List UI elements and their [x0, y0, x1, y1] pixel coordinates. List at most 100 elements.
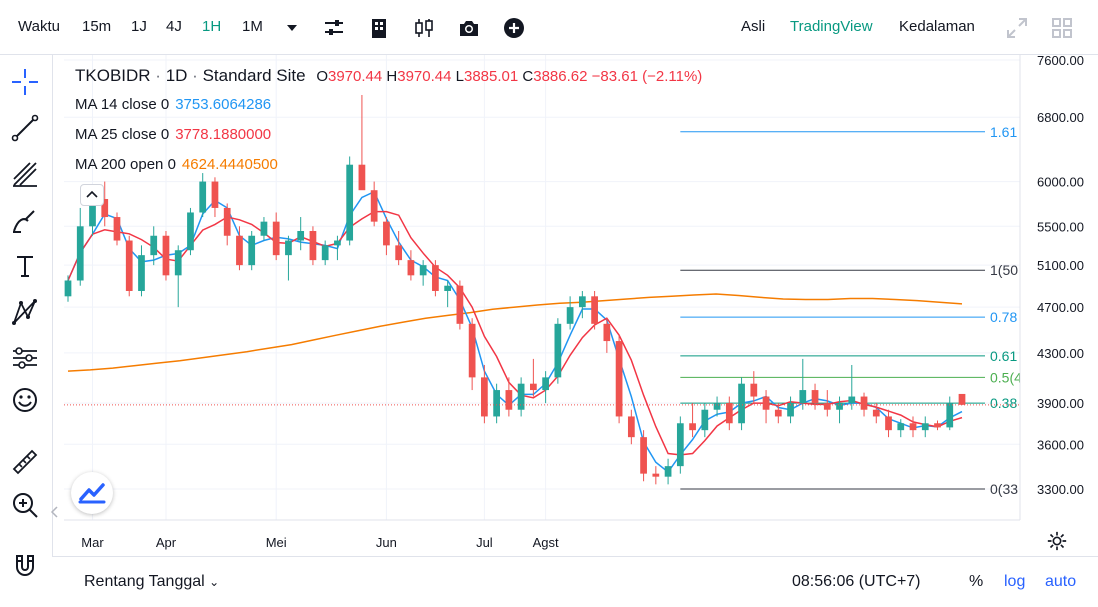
price-chart[interactable]: 1.61 1(50 0.78 0.61 0.5(4 0.38 0(33 3886.62 76…	[0, 0, 1098, 606]
candle[interactable]	[346, 156, 354, 246]
candle[interactable]	[921, 416, 929, 438]
candle[interactable]	[383, 217, 390, 256]
candle[interactable]	[248, 231, 256, 271]
candle[interactable]	[64, 275, 72, 302]
candle[interactable]	[676, 416, 684, 474]
auto-toggle[interactable]: auto	[1045, 573, 1076, 591]
date-range-button[interactable]: Rentang Tanggal ⌄	[84, 573, 219, 591]
candle[interactable]	[701, 403, 709, 438]
candle[interactable]	[603, 318, 611, 353]
prediction-tool-icon[interactable]	[10, 343, 40, 373]
log-toggle[interactable]: log	[1004, 573, 1025, 591]
candle[interactable]	[836, 396, 843, 424]
candle[interactable]	[591, 290, 598, 330]
interval-4j[interactable]: 4J	[166, 18, 182, 35]
candle[interactable]	[860, 392, 868, 417]
candle[interactable]	[689, 403, 696, 438]
candle[interactable]	[481, 364, 488, 424]
interval-1m[interactable]: 1M	[242, 18, 263, 35]
candle[interactable]	[554, 318, 562, 384]
candle[interactable]	[321, 240, 329, 266]
candle[interactable]	[664, 458, 672, 485]
brush-icon[interactable]	[10, 205, 40, 235]
candle[interactable]	[530, 358, 537, 397]
candle[interactable]	[285, 235, 292, 281]
candle[interactable]	[162, 231, 170, 281]
candle[interactable]	[750, 371, 758, 404]
candle[interactable]	[236, 226, 243, 271]
candle[interactable]	[738, 377, 745, 431]
candle[interactable]	[627, 409, 635, 445]
candle[interactable]	[885, 409, 892, 438]
candle[interactable]	[787, 396, 794, 424]
interval-1j[interactable]: 1J	[131, 18, 147, 35]
candle[interactable]	[823, 390, 831, 417]
magnet-icon[interactable]	[10, 552, 40, 582]
fib-tool-icon[interactable]	[10, 159, 40, 189]
add-plus-icon[interactable]	[502, 16, 526, 40]
candle[interactable]	[566, 296, 574, 330]
ruler-icon[interactable]	[10, 447, 40, 477]
candle[interactable]	[125, 235, 133, 297]
legend-ma25[interactable]: MA 25 close 0 3778.1880000	[75, 126, 271, 143]
zoom-in-icon[interactable]	[10, 490, 40, 520]
candle[interactable]	[297, 217, 305, 251]
candle[interactable]	[517, 377, 525, 417]
chart-settings-gear-icon[interactable]	[1046, 530, 1068, 552]
candle[interactable]	[505, 377, 513, 417]
candle[interactable]	[811, 383, 819, 410]
candle[interactable]	[934, 420, 941, 431]
interval-1h[interactable]: 1H	[202, 18, 221, 35]
indicators-settings-icon[interactable]	[322, 16, 346, 40]
pattern-tool-icon[interactable]	[10, 297, 40, 327]
collapse-toolbar-icon[interactable]	[50, 505, 60, 519]
legend-ma14[interactable]: MA 14 close 0 3753.6064286	[75, 96, 271, 113]
legend-ma200[interactable]: MA 200 open 0 4624.4440500	[75, 156, 278, 173]
chevron-down-icon[interactable]	[285, 22, 299, 34]
candle[interactable]	[652, 466, 660, 485]
tradingview-logo-button[interactable]	[71, 472, 113, 514]
candle[interactable]	[640, 430, 647, 482]
candle[interactable]	[799, 358, 807, 410]
view-tradingview[interactable]: TradingView	[790, 18, 873, 35]
candle[interactable]	[113, 212, 121, 246]
candle[interactable]	[370, 181, 378, 227]
symbol-name[interactable]: TKOBIDR	[75, 66, 151, 85]
trend-line-icon[interactable]	[10, 113, 40, 143]
candle[interactable]	[762, 390, 770, 424]
camera-icon[interactable]	[457, 16, 481, 40]
ma14-line[interactable]	[67, 190, 963, 474]
percent-toggle[interactable]: %	[969, 573, 983, 591]
candle[interactable]	[309, 226, 317, 266]
candle[interactable]	[187, 207, 194, 256]
building-icon[interactable]	[367, 16, 391, 40]
crosshair-icon[interactable]	[10, 67, 40, 97]
smiley-icon[interactable]	[10, 385, 40, 415]
candle[interactable]	[958, 393, 966, 406]
candle[interactable]	[223, 203, 231, 246]
candle[interactable]	[432, 260, 439, 297]
interval-15m[interactable]: 15m	[82, 18, 111, 35]
view-asli[interactable]: Asli	[741, 18, 765, 35]
candle[interactable]	[419, 260, 427, 286]
candle[interactable]	[468, 318, 476, 391]
candle[interactable]	[848, 364, 856, 410]
candle[interactable]	[542, 371, 549, 404]
candle[interactable]	[909, 416, 917, 438]
candle[interactable]	[199, 173, 207, 218]
candle[interactable]	[946, 396, 954, 431]
candle[interactable]	[272, 212, 280, 261]
candle[interactable]	[174, 245, 182, 308]
candle[interactable]	[211, 177, 219, 218]
candle[interactable]	[76, 207, 84, 286]
text-tool-icon[interactable]	[10, 251, 40, 281]
view-kedalaman[interactable]: Kedalaman	[899, 18, 975, 35]
candles-chart-type-icon[interactable]	[412, 16, 436, 40]
fullscreen-icon[interactable]	[1005, 16, 1029, 40]
candle[interactable]	[358, 94, 366, 191]
ma25-line[interactable]	[67, 210, 963, 456]
candle[interactable]	[138, 245, 145, 297]
candle[interactable]	[456, 280, 464, 330]
candle[interactable]	[260, 217, 268, 241]
candle[interactable]	[615, 335, 623, 424]
